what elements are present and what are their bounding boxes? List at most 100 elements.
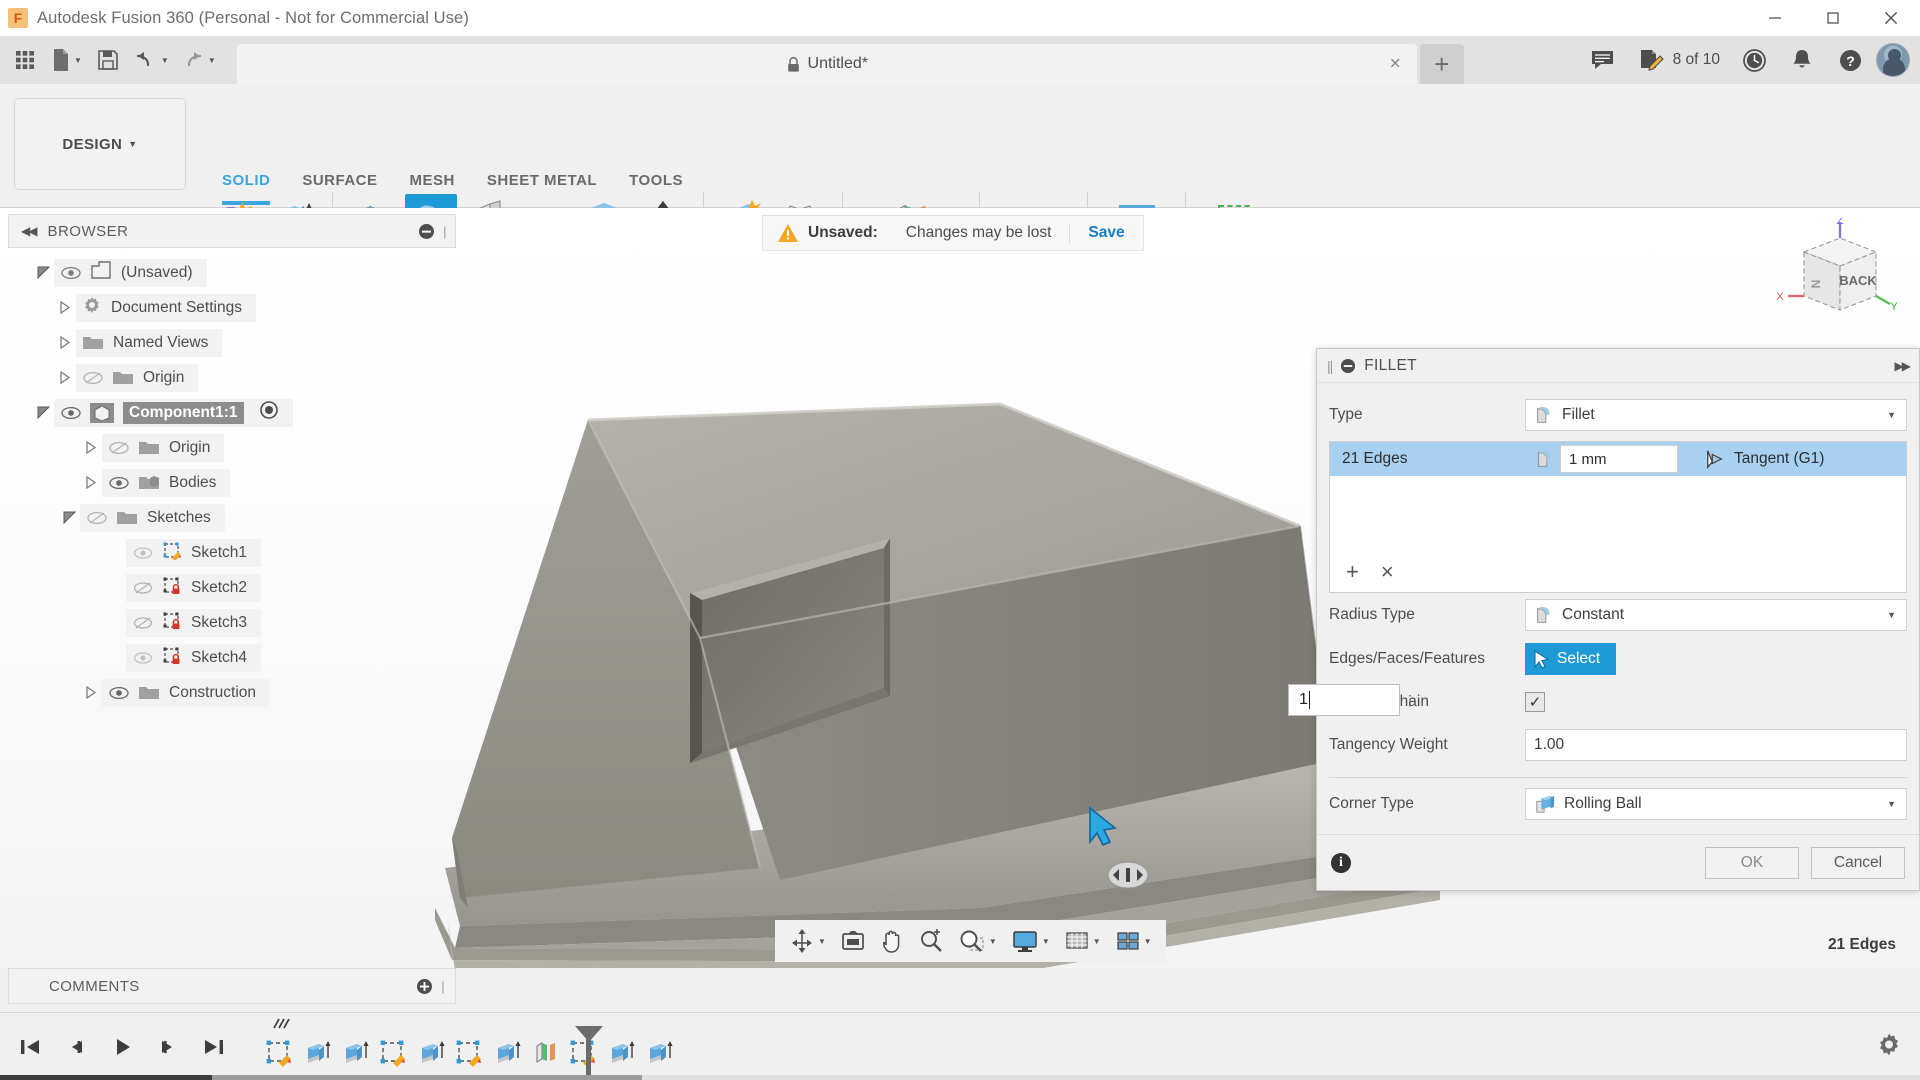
tree-row-named-views[interactable]: Named Views <box>8 325 456 360</box>
visibility-off-icon[interactable] <box>82 369 103 387</box>
tree-item-bodies[interactable]: Bodies <box>102 469 230 497</box>
timeline-feature-sketch-2[interactable] <box>374 1031 412 1075</box>
pan-icon[interactable] <box>874 923 910 959</box>
corner-type-select[interactable]: Rolling Ball ▼ <box>1525 788 1907 820</box>
tree-row-origin-sub[interactable]: Origin <box>8 430 456 465</box>
tree-row-document-settings[interactable]: Document Settings <box>8 290 456 325</box>
fillet-type-select[interactable]: Fillet ▼ <box>1525 399 1907 431</box>
tree-item-origin-root[interactable]: Origin <box>76 364 198 392</box>
redo-button[interactable]: ▼ <box>176 40 221 80</box>
undo-button[interactable]: ▼ <box>129 40 174 80</box>
tree-item-named-views[interactable]: Named Views <box>76 329 222 357</box>
expand-twisty-icon[interactable] <box>80 476 102 489</box>
tree-item-origin-sub[interactable]: Origin <box>102 434 224 462</box>
visibility-icon[interactable] <box>132 649 153 667</box>
cancel-button[interactable]: Cancel <box>1811 847 1905 879</box>
minimize-button[interactable] <box>1746 0 1804 36</box>
collapse-left-icon[interactable]: ◀◀ <box>21 224 35 238</box>
workspace-switcher[interactable]: DESIGN ▼ <box>14 98 186 190</box>
drag-handle-icon[interactable]: || <box>1327 358 1332 374</box>
step-forward-button[interactable] <box>148 1027 188 1067</box>
close-tab-icon[interactable]: × <box>1390 55 1401 74</box>
tree-item-unsaved[interactable]: (Unsaved) <box>54 259 207 287</box>
select-button[interactable]: Select <box>1525 643 1616 675</box>
visibility-icon[interactable] <box>108 684 129 702</box>
expand-twisty-icon[interactable] <box>32 266 54 279</box>
tree-item-sketch2[interactable]: Sketch2 <box>126 574 261 602</box>
tree-item-sketch1[interactable]: Sketch1 <box>126 539 261 567</box>
visibility-icon[interactable] <box>108 474 129 492</box>
save-link[interactable]: Save <box>1070 224 1142 242</box>
comment-icon[interactable] <box>1581 38 1625 82</box>
tree-row-sketch1[interactable]: Sketch1 <box>8 535 456 570</box>
tree-row-origin-root[interactable]: Origin <box>8 360 456 395</box>
zoom-icon[interactable] <box>912 923 950 959</box>
timeline-feature-sketch-3[interactable] <box>450 1031 488 1075</box>
panel-resize-handle[interactable]: | <box>443 224 447 239</box>
tree-row-sketches[interactable]: Sketches <box>8 500 456 535</box>
tree-item-sketch3[interactable]: Sketch3 <box>126 609 261 637</box>
tree-item-sketch4[interactable]: Sketch4 <box>126 644 261 672</box>
expand-twisty-icon[interactable] <box>32 406 54 419</box>
tree-row-bodies[interactable]: Bodies <box>8 465 456 500</box>
scrollbar-thumb[interactable] <box>0 1075 212 1080</box>
visibility-off-icon[interactable] <box>132 614 153 632</box>
tree-item-construction[interactable]: Construction <box>102 679 270 707</box>
jobs-status-icon[interactable] <box>1629 38 1673 82</box>
timeline-feature-extrude-5[interactable] <box>602 1031 640 1075</box>
info-icon[interactable]: i <box>1331 853 1351 873</box>
comments-panel[interactable]: COMMENTS | <box>8 968 456 1004</box>
timeline-feature-extrude-3[interactable] <box>412 1031 450 1075</box>
tree-row-sketch3[interactable]: Sketch3 <box>8 605 456 640</box>
timeline-feature-extrude-4[interactable] <box>488 1031 526 1075</box>
tree-row-construction[interactable]: Construction <box>8 675 456 710</box>
close-button[interactable] <box>1862 0 1920 36</box>
user-avatar[interactable] <box>1876 43 1910 77</box>
radius-type-select[interactable]: Constant ▼ <box>1525 599 1907 631</box>
viewports-icon[interactable]: ▼ <box>1109 923 1158 959</box>
zoom-window-icon[interactable]: ▼ <box>952 923 1003 959</box>
view-cube[interactable]: BACK N Z X Y <box>1768 218 1898 328</box>
expand-twisty-icon[interactable] <box>58 511 80 524</box>
tree-row-unsaved[interactable]: (Unsaved) <box>8 255 456 290</box>
timeline-settings-icon[interactable] <box>1876 1031 1902 1062</box>
clock-icon[interactable] <box>1732 38 1776 82</box>
fillet-dialog-titlebar[interactable]: || FILLET ▶▶ <box>1317 349 1919 383</box>
bell-icon[interactable] <box>1780 38 1824 82</box>
play-button[interactable] <box>102 1027 142 1067</box>
step-back-button[interactable] <box>56 1027 96 1067</box>
grid-snap-icon[interactable]: ▼ <box>1058 923 1107 959</box>
edge-continuity[interactable]: Tangent (G1) <box>1704 449 1824 469</box>
expand-twisty-icon[interactable] <box>80 441 102 454</box>
timeline-playhead[interactable] <box>586 1030 591 1078</box>
tree-item-component1[interactable]: Component1:1 <box>54 399 293 427</box>
tree-row-component1[interactable]: Component1:1 <box>8 395 456 430</box>
remove-edge-selection-button[interactable]: × <box>1381 559 1394 585</box>
visibility-off-icon[interactable] <box>86 509 107 527</box>
expand-twisty-icon[interactable] <box>54 301 76 314</box>
document-tab[interactable]: Untitled* × <box>237 44 1417 84</box>
ok-button[interactable]: OK <box>1705 847 1799 879</box>
tangency-weight-input[interactable]: 1.00 <box>1525 729 1907 761</box>
inline-radius-input[interactable]: 1 <box>1288 684 1400 716</box>
fillet-edge-row[interactable]: 21 Edges 1 mm <box>1330 442 1906 476</box>
timeline-feature-extrude-6[interactable] <box>640 1031 678 1075</box>
help-icon[interactable]: ? <box>1828 38 1872 82</box>
edge-radius-input[interactable]: 1 mm <box>1560 445 1678 473</box>
expand-right-icon[interactable]: ▶▶ <box>1895 359 1909 373</box>
timeline-feature-plane[interactable] <box>526 1031 564 1075</box>
visibility-icon[interactable] <box>60 264 81 282</box>
orbit-icon[interactable]: ▼ <box>783 923 832 959</box>
timeline-feature-extrude-1[interactable] <box>298 1031 336 1075</box>
panel-resize-handle[interactable]: | <box>441 979 445 994</box>
tree-item-sketches[interactable]: Sketches <box>80 504 225 532</box>
display-settings-icon[interactable]: ▼ <box>1005 923 1056 959</box>
add-edge-selection-button[interactable]: + <box>1346 559 1359 585</box>
new-document-button[interactable]: ▼ <box>46 40 87 80</box>
expand-twisty-icon[interactable] <box>54 336 76 349</box>
visibility-off-icon[interactable] <box>108 439 129 457</box>
visibility-icon[interactable] <box>132 544 153 562</box>
expand-twisty-icon[interactable] <box>54 371 76 384</box>
activate-component-radio[interactable] <box>259 400 279 425</box>
app-grid-icon[interactable] <box>6 40 44 80</box>
